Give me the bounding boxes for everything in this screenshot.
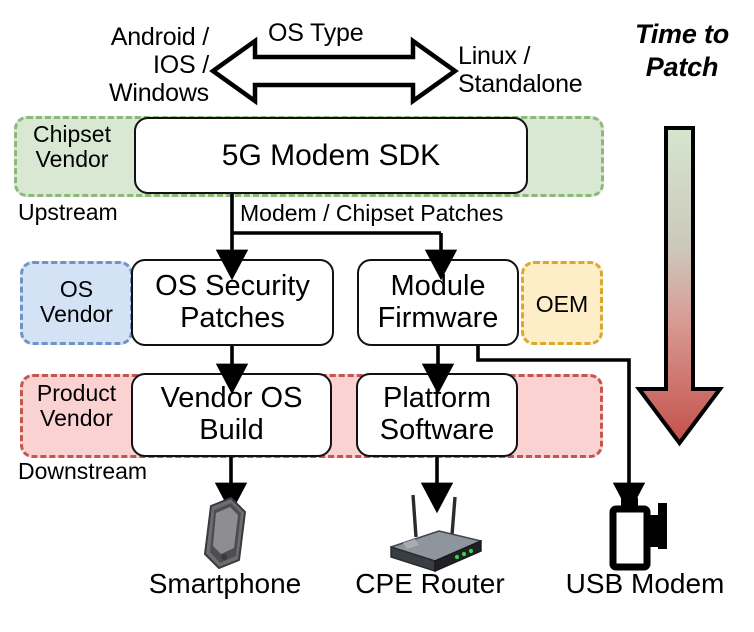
os-type-left-label: Android / IOS / Windows (108, 23, 209, 107)
os-type-double-arrow-icon (209, 36, 459, 106)
smartphone-icon (204, 497, 246, 569)
region-label-oem: OEM (535, 291, 589, 317)
node-platform-software: Platform Software (356, 373, 518, 457)
device-caption-cpe-router: CPE Router (355, 568, 505, 599)
os-type-right-label: Linux / Standalone (458, 42, 583, 98)
device-caption-smartphone: Smartphone (148, 568, 302, 599)
time-to-patch-arrow-icon (635, 126, 724, 447)
time-to-patch-label: Time to Patch (634, 19, 730, 82)
downstream-label: Downstream (18, 458, 148, 484)
node-5g-modem-sdk: 5G Modem SDK (134, 117, 528, 194)
os-type-title: OS Type (268, 19, 364, 47)
node-vendor-os-build: Vendor OS Build (131, 373, 332, 457)
router-icon (390, 494, 482, 573)
edge-label-modem-chipset-patches: Modem / Chipset Patches (238, 200, 506, 227)
region-label-chipset-vendor: Chipset Vendor (33, 121, 111, 173)
device-caption-usb-modem: USB Modem (565, 568, 725, 599)
usb-modem-icon (609, 497, 667, 571)
region-label-product-vendor: Product Vendor (36, 380, 117, 432)
node-module-firmware: Module Firmware (357, 259, 519, 346)
region-label-os-vendor: OS Vendor (40, 276, 113, 328)
upstream-label: Upstream (18, 199, 118, 225)
diagram-canvas: Android / IOS / Windows OS Type Linux / … (0, 0, 754, 632)
node-os-security-patches: OS Security Patches (131, 259, 334, 346)
